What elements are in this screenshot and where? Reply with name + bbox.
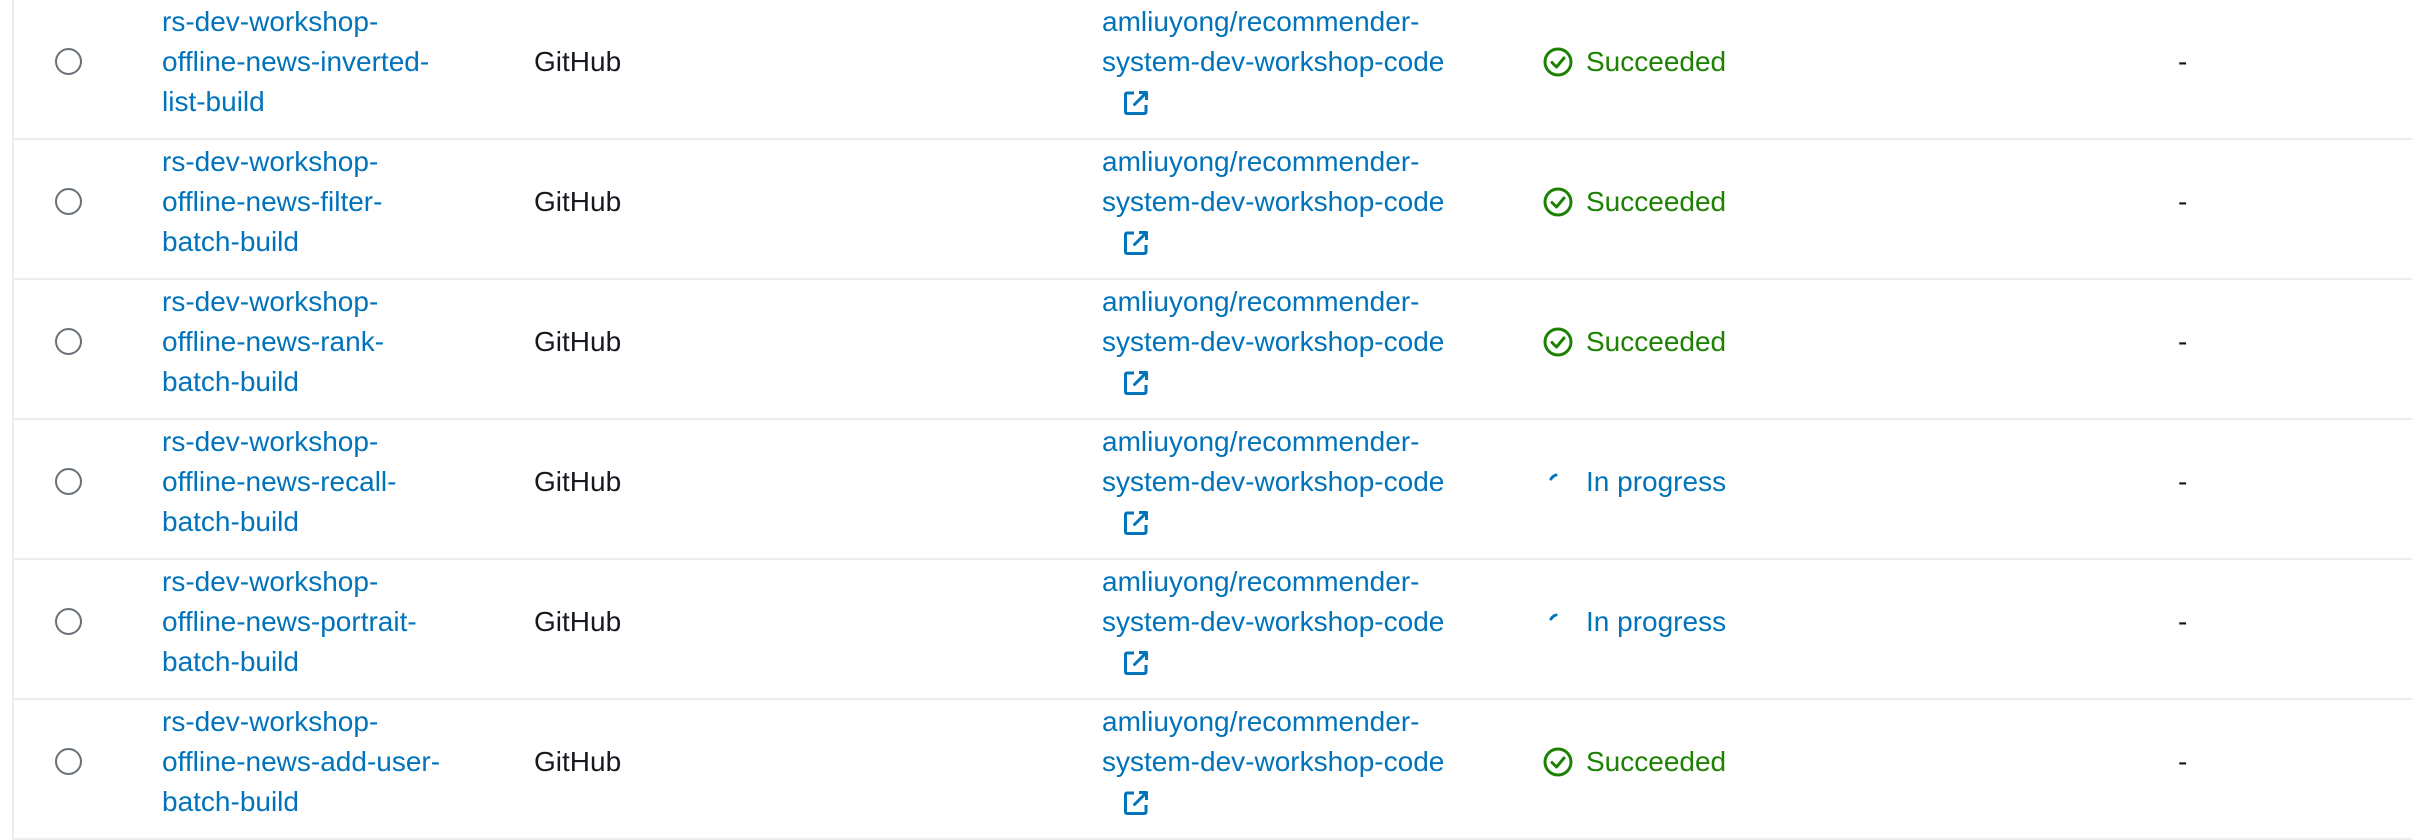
repository-text: amliuyong/recommender- — [1102, 426, 1420, 457]
repository-link[interactable]: amliuyong/recommender-system-dev-worksho… — [1102, 142, 1502, 262]
repository-link[interactable]: amliuyong/recommender-system-dev-worksho… — [1102, 562, 1502, 682]
project-name-text: batch-build — [162, 226, 299, 257]
empty-value: - — [2178, 186, 2188, 217]
row-select-radio[interactable] — [55, 468, 82, 495]
repository-text: system-dev-workshop-code — [1102, 746, 1445, 777]
empty-value: - — [2178, 326, 2188, 357]
row-select-radio[interactable] — [55, 48, 82, 75]
repository-text: amliuyong/recommender- — [1102, 6, 1420, 37]
project-name-link[interactable]: rs-dev-workshop-offline-news-recall-batc… — [162, 422, 482, 542]
check-circle-icon — [1542, 186, 1574, 218]
project-name-text: rs-dev-workshop- — [162, 6, 379, 37]
project-name-link[interactable]: rs-dev-workshop-offline-news-portrait-ba… — [162, 562, 482, 682]
spinner-icon — [1542, 606, 1574, 638]
repository-text: amliuyong/recommender- — [1102, 286, 1420, 317]
table-row: rs-dev-workshop-offline-news-add-user-ba… — [14, 700, 2412, 840]
external-link-icon[interactable] — [1122, 648, 1150, 676]
empty-value: - — [2178, 46, 2188, 77]
project-name-text: list-build — [162, 86, 265, 117]
external-link-icon[interactable] — [1122, 88, 1150, 116]
repository-text: system-dev-workshop-code — [1102, 466, 1445, 497]
external-link-icon[interactable] — [1122, 228, 1150, 256]
source-provider: GitHub — [534, 606, 622, 637]
project-name-text: rs-dev-workshop- — [162, 426, 379, 457]
repository-text: amliuyong/recommender- — [1102, 706, 1420, 737]
check-circle-icon — [1542, 46, 1574, 78]
build-status: In progress — [1542, 602, 1726, 642]
table-row: rs-dev-workshop-offline-news-portrait-ba… — [14, 560, 2412, 700]
project-name-text: rs-dev-workshop- — [162, 566, 379, 597]
build-status: Succeeded — [1542, 182, 1726, 222]
project-name-link[interactable]: rs-dev-workshop-offline-news-filter-batc… — [162, 142, 482, 262]
build-status: Succeeded — [1542, 42, 1726, 82]
project-name-text: batch-build — [162, 646, 299, 677]
row-select-radio[interactable] — [55, 608, 82, 635]
empty-value: - — [2178, 746, 2188, 777]
repository-link[interactable]: amliuyong/recommender-system-dev-worksho… — [1102, 422, 1502, 542]
project-name-text: batch-build — [162, 506, 299, 537]
row-select-radio[interactable] — [55, 188, 82, 215]
repository-text: amliuyong/recommender- — [1102, 146, 1420, 177]
source-provider: GitHub — [534, 326, 622, 357]
project-name-text: offline-news-rank- — [162, 326, 385, 357]
source-provider: GitHub — [534, 746, 622, 777]
project-name-text: rs-dev-workshop- — [162, 146, 379, 177]
project-name-text: batch-build — [162, 366, 299, 397]
table-row: rs-dev-workshop-offline-news-recall-batc… — [14, 420, 2412, 560]
table-row: rs-dev-workshop-offline-news-rank-batch-… — [14, 280, 2412, 420]
build-status-label: Succeeded — [1586, 326, 1727, 357]
table-row: rs-dev-workshop-offline-news-inverted-li… — [14, 0, 2412, 140]
build-status-label: Succeeded — [1586, 746, 1727, 777]
project-name-text: rs-dev-workshop- — [162, 706, 379, 737]
external-link-icon[interactable] — [1122, 368, 1150, 396]
project-name-link[interactable]: rs-dev-workshop-offline-news-add-user-ba… — [162, 702, 482, 822]
row-select-radio[interactable] — [55, 748, 82, 775]
project-name-link[interactable]: rs-dev-workshop-offline-news-inverted-li… — [162, 2, 482, 122]
build-projects-table: rs-dev-workshop-offline-news-inverted-li… — [12, 0, 2412, 840]
repository-text: system-dev-workshop-code — [1102, 326, 1445, 357]
project-name-text: rs-dev-workshop- — [162, 286, 379, 317]
table-row: rs-dev-workshop-offline-news-filter-batc… — [14, 140, 2412, 280]
build-status-label: Succeeded — [1586, 46, 1727, 77]
repository-link[interactable]: amliuyong/recommender-system-dev-worksho… — [1102, 282, 1502, 402]
repository-text: system-dev-workshop-code — [1102, 46, 1445, 77]
build-status-label: Succeeded — [1586, 186, 1727, 217]
check-circle-icon — [1542, 326, 1574, 358]
build-status: Succeeded — [1542, 322, 1726, 362]
check-circle-icon — [1542, 746, 1574, 778]
repository-text: amliuyong/recommender- — [1102, 566, 1420, 597]
source-provider: GitHub — [534, 46, 622, 77]
spinner-icon — [1542, 466, 1574, 498]
source-provider: GitHub — [534, 466, 622, 497]
external-link-icon[interactable] — [1122, 508, 1150, 536]
project-name-text: offline-news-add-user- — [162, 746, 441, 777]
source-provider: GitHub — [534, 186, 622, 217]
repository-link[interactable]: amliuyong/recommender-system-dev-worksho… — [1102, 2, 1502, 122]
empty-value: - — [2178, 606, 2188, 637]
repository-text: system-dev-workshop-code — [1102, 186, 1445, 217]
repository-text: system-dev-workshop-code — [1102, 606, 1445, 637]
project-name-text: offline-news-filter- — [162, 186, 383, 217]
project-name-text: offline-news-inverted- — [162, 46, 430, 77]
build-status-label: In progress — [1586, 466, 1727, 497]
row-select-radio[interactable] — [55, 328, 82, 355]
build-status: In progress — [1542, 462, 1726, 502]
project-name-link[interactable]: rs-dev-workshop-offline-news-rank-batch-… — [162, 282, 482, 402]
external-link-icon[interactable] — [1122, 788, 1150, 816]
empty-value: - — [2178, 466, 2188, 497]
project-name-text: batch-build — [162, 786, 299, 817]
build-status-label: In progress — [1586, 606, 1727, 637]
build-status: Succeeded — [1542, 742, 1726, 782]
project-name-text: offline-news-portrait- — [162, 606, 417, 637]
project-name-text: offline-news-recall- — [162, 466, 397, 497]
repository-link[interactable]: amliuyong/recommender-system-dev-worksho… — [1102, 702, 1502, 822]
